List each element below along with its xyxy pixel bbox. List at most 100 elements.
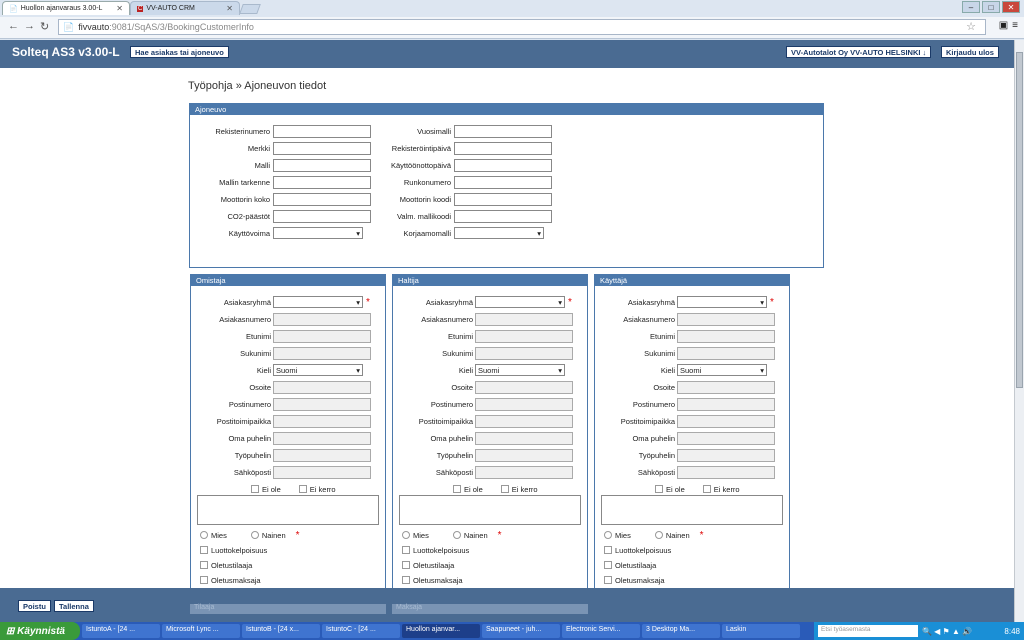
taskbar-item[interactable]: IstuntoC - [24 ... [322,624,400,638]
extension-icon[interactable]: ▣ [999,20,1008,31]
option-checkbox[interactable]: Luottokelpoisuus [200,543,267,557]
vehicle-input[interactable] [273,158,371,172]
forward-icon[interactable]: → [24,20,35,32]
save-button[interactable]: Tallenna [54,600,94,612]
notes-textarea[interactable] [601,495,783,525]
maximize-icon[interactable]: □ [982,1,1000,13]
minimize-icon[interactable]: – [962,1,980,13]
person-input[interactable] [273,414,371,428]
person-input[interactable] [273,448,371,462]
person-input[interactable] [475,448,573,462]
person-input[interactable] [677,431,775,445]
person-input[interactable] [273,431,371,445]
option-checkbox[interactable]: Oletusmaksaja [604,573,665,587]
vehicle-input[interactable] [273,209,371,223]
option-checkbox[interactable]: Luottokelpoisuus [402,543,469,557]
person-input[interactable] [273,346,371,360]
ei-kerro-checkbox[interactable]: Ei kerro [298,485,336,494]
person-input[interactable] [677,448,775,462]
scrollbar-thumb[interactable] [1016,52,1023,388]
person-input[interactable] [475,465,573,479]
close-window-icon[interactable]: ✕ [1002,1,1020,13]
reload-icon[interactable]: ↻ [40,20,49,33]
person-input[interactable] [677,397,775,411]
taskbar-item[interactable]: IstuntoA - [24 ... [82,624,160,638]
person-input[interactable] [677,346,775,360]
vehicle-input[interactable] [454,175,552,189]
vehicle-input[interactable] [454,192,552,206]
option-checkbox[interactable]: Luottokelpoisuus [604,543,671,557]
taskbar-item[interactable]: Laskin [722,624,800,638]
ei-ole-checkbox[interactable]: Ei ole [251,485,281,494]
close-tab-icon[interactable]: ✕ [116,4,123,13]
male-radio[interactable]: Mies [200,531,227,540]
person-input[interactable] [475,431,573,445]
option-checkbox[interactable]: Oletusmaksaja [200,573,261,587]
person-input[interactable] [273,465,371,479]
person-input[interactable] [273,397,371,411]
browser-tab-active[interactable]: 📄 Huollon ajanvaraus 3.00-L ✕ [2,1,130,15]
tray-icons[interactable]: 🔍 ◀ ⚑ ▲ 🔊 [922,627,972,636]
address-bar[interactable]: 📄 fivvauto:9081/SqAS/3/BookingCustomerIn… [58,19,986,35]
fuel-select[interactable]: ▾ [273,227,363,239]
taskbar-item[interactable]: Huollon ajanvar... [402,624,480,638]
start-button[interactable]: ⊞ Käynnistä [0,622,80,640]
person-input[interactable] [273,312,371,326]
option-checkbox[interactable]: Oletustilaaja [402,558,454,572]
notes-textarea[interactable] [399,495,581,525]
taskbar-item[interactable]: 3 Desktop Ma... [642,624,720,638]
vehicle-input[interactable] [273,124,371,138]
vehicle-input[interactable] [273,192,371,206]
option-checkbox[interactable]: Oletusmaksaja [402,573,463,587]
person-input[interactable] [475,380,573,394]
language-select[interactable]: Suomi ▾ [273,364,363,376]
vehicle-input[interactable] [454,124,552,138]
person-input[interactable] [273,380,371,394]
vehicle-input[interactable] [454,141,552,155]
customer-group-select[interactable]: ▾ [475,296,565,308]
female-radio[interactable]: Nainen [452,531,488,540]
vehicle-input[interactable] [454,158,552,172]
person-input[interactable] [677,312,775,326]
close-tab-icon[interactable]: ✕ [226,4,233,13]
male-radio[interactable]: Mies [402,531,429,540]
male-radio[interactable]: Mies [604,531,631,540]
person-input[interactable] [677,465,775,479]
option-checkbox[interactable]: Oletustilaaja [200,558,252,572]
ei-kerro-checkbox[interactable]: Ei kerro [702,485,740,494]
browser-tab-crm[interactable]: C VV-AUTO CRM ✕ [130,1,240,15]
vehicle-input[interactable] [273,175,371,189]
vehicle-input[interactable] [273,141,371,155]
person-input[interactable] [475,414,573,428]
taskbar-item[interactable]: Electronic Servi... [562,624,640,638]
wrench-icon[interactable]: ≡ [1012,20,1018,31]
person-input[interactable] [475,397,573,411]
page-scrollbar[interactable] [1014,40,1024,622]
person-input[interactable] [273,329,371,343]
workshop-model-select[interactable]: ▾ [454,227,544,239]
person-input[interactable] [677,380,775,394]
person-input[interactable] [475,312,573,326]
new-tab-button[interactable] [239,4,261,14]
female-radio[interactable]: Nainen [654,531,690,540]
taskbar-search-input[interactable]: Etsi työasemasta [818,625,918,637]
notes-textarea[interactable] [197,495,379,525]
female-radio[interactable]: Nainen [250,531,286,540]
person-input[interactable] [677,414,775,428]
customer-group-select[interactable]: ▾ [677,296,767,308]
taskbar-item[interactable]: Microsoft Lync ... [162,624,240,638]
person-input[interactable] [677,329,775,343]
taskbar-item[interactable]: IstuntoB - [24 x... [242,624,320,638]
language-select[interactable]: Suomi ▾ [677,364,767,376]
person-input[interactable] [475,346,573,360]
back-icon[interactable]: ← [8,20,19,32]
exit-button[interactable]: Poistu [18,600,51,612]
person-input[interactable] [475,329,573,343]
language-select[interactable]: Suomi ▾ [475,364,565,376]
logout-button[interactable]: Kirjaudu ulos [941,46,999,58]
ei-kerro-checkbox[interactable]: Ei kerro [500,485,538,494]
company-select-button[interactable]: VV-Autotalot Oy VV-AUTO HELSINKI ↓ [786,46,932,58]
vehicle-input[interactable] [454,209,552,223]
customer-group-select[interactable]: ▾ [273,296,363,308]
ei-ole-checkbox[interactable]: Ei ole [655,485,685,494]
